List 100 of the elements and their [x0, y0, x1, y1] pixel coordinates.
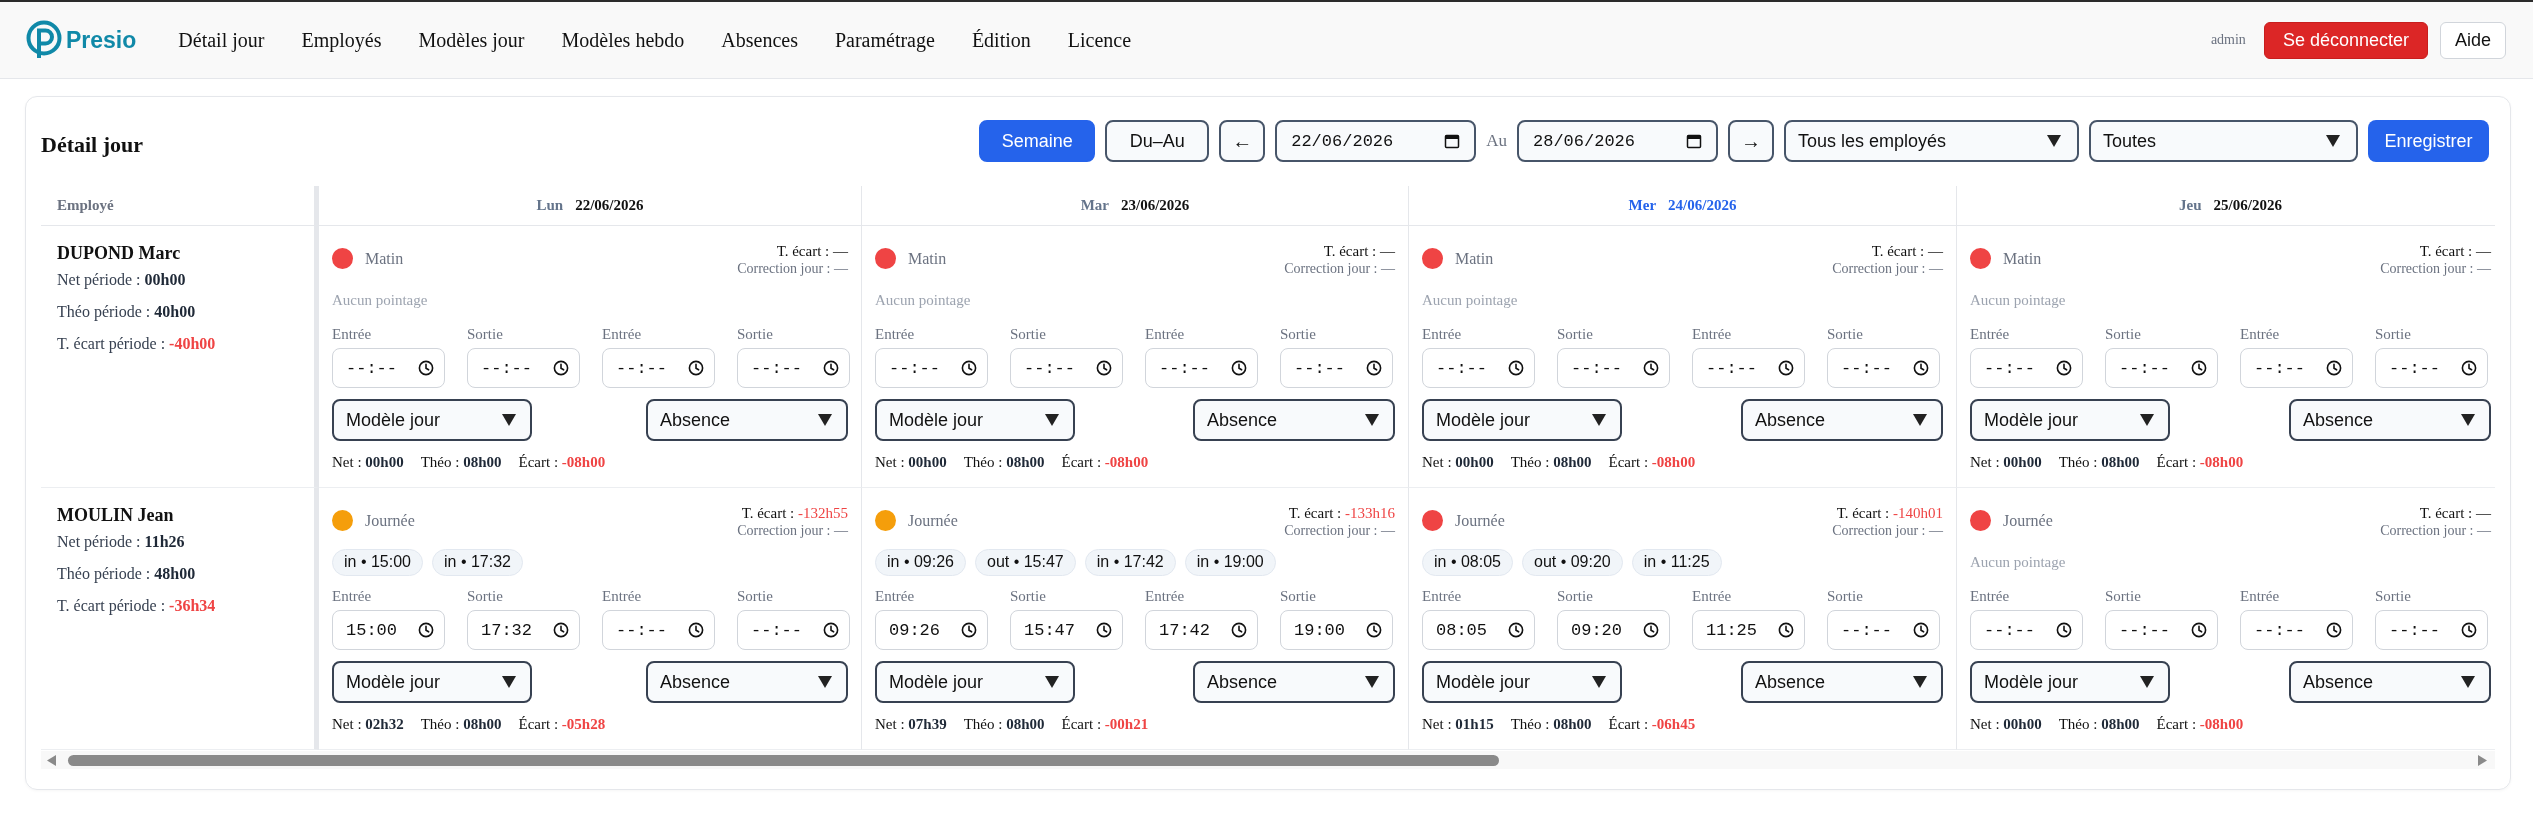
nav-link[interactable]: Modèles jour	[418, 28, 525, 52]
day-total-text: Net : 01h15	[1422, 715, 1494, 733]
time-field[interactable]: 09:20	[1557, 610, 1670, 650]
absence-dropdown[interactable]: Absence	[1193, 399, 1395, 441]
time-field[interactable]: 15:00	[332, 610, 445, 650]
range-separator-label: Au	[1486, 131, 1507, 151]
time-field[interactable]: --:--	[1970, 348, 2083, 388]
time-field[interactable]: --:--	[1145, 348, 1258, 388]
day-model-dropdown[interactable]: Modèle jour	[332, 399, 532, 441]
day-model-dropdown[interactable]: Modèle jour	[1970, 399, 2170, 441]
view-mode-button[interactable]: Semaine	[979, 120, 1096, 162]
start-date-field[interactable]: 22/06/2026	[1275, 120, 1477, 162]
time-field[interactable]: 17:32	[467, 610, 580, 650]
end-date-field[interactable]: 28/06/2026	[1517, 120, 1718, 162]
field-label: Sortie	[2375, 326, 2412, 343]
logout-button[interactable]: Se déconnecter	[2263, 21, 2428, 59]
time-field[interactable]: 08:05	[1422, 610, 1535, 650]
day-header: Jeu 25/06/2026	[2179, 197, 2282, 214]
view-mode-button[interactable]: Du–Au	[1105, 120, 1210, 162]
scroll-right-icon[interactable]	[2478, 754, 2487, 766]
field-label: Entrée	[1692, 326, 1733, 343]
next-button[interactable]: →	[1728, 120, 1774, 162]
time-field[interactable]: 09:26	[875, 610, 988, 650]
day-model-dropdown[interactable]: Modèle jour	[875, 661, 1075, 703]
time-field[interactable]: --:--	[602, 610, 715, 650]
time-field[interactable]: --:--	[602, 348, 715, 388]
time-field[interactable]: --:--	[1970, 610, 2083, 650]
help-button[interactable]: Aide	[2439, 21, 2506, 59]
time-field[interactable]: --:--	[2375, 610, 2488, 650]
scrollbar-thumb[interactable]	[68, 754, 1499, 766]
gap-text: T. écart : -132h55	[741, 504, 848, 522]
time-field[interactable]: 15:47	[1010, 610, 1123, 650]
absence-dropdown[interactable]: Absence	[646, 399, 848, 441]
correction-text: Correction jour : —	[737, 260, 848, 278]
calendar-icon	[1686, 133, 1702, 149]
category-filter-dropdown[interactable]: Toutes	[2089, 120, 2358, 162]
time-field[interactable]: --:--	[2105, 610, 2218, 650]
time-field[interactable]: --:--	[2375, 348, 2488, 388]
time-field[interactable]: --:--	[1422, 348, 1535, 388]
nav-link[interactable]: Licence	[1067, 28, 1132, 52]
time-field[interactable]: 11:25	[1692, 610, 1805, 650]
day-model-dropdown[interactable]: Modèle jour	[875, 399, 1075, 441]
time-field[interactable]: --:--	[332, 348, 445, 388]
period-stat-text: T. écart période : -36h34	[57, 596, 217, 617]
nav-link[interactable]: Paramétrage	[834, 28, 935, 52]
period-stat-text: Théo période : 40h00	[57, 302, 197, 323]
time-field[interactable]: --:--	[737, 348, 850, 388]
clock-icon	[2056, 622, 2072, 638]
nav-link[interactable]: Détail jour	[178, 28, 265, 52]
absence-dropdown[interactable]: Absence	[1741, 661, 1943, 703]
column-header: Employé	[57, 197, 114, 214]
day-model-dropdown[interactable]: Modèle jour	[1970, 661, 2170, 703]
caret-icon	[502, 414, 516, 426]
time-field[interactable]: --:--	[2105, 348, 2218, 388]
time-field[interactable]: --:--	[2240, 348, 2353, 388]
gap-text: T. écart : -140h01	[1836, 504, 1943, 522]
field-label: Entrée	[2240, 588, 2281, 605]
caret-icon	[1592, 414, 1606, 426]
absence-dropdown[interactable]: Absence	[2289, 399, 2491, 441]
field-label: Sortie	[737, 588, 774, 605]
shift-label: Matin	[365, 249, 404, 268]
absence-dropdown[interactable]: Absence	[646, 661, 848, 703]
time-field[interactable]: --:--	[1692, 348, 1805, 388]
punch-chip: in • 19:00	[1184, 548, 1276, 576]
brand-name[interactable]: Presio	[66, 26, 137, 54]
employee-filter-dropdown[interactable]: Tous les employés	[1784, 120, 2079, 162]
day-model-dropdown[interactable]: Modèle jour	[332, 661, 532, 703]
time-field[interactable]: --:--	[1827, 348, 1940, 388]
day-total-text: Écart : -06h45	[1608, 715, 1696, 733]
caret-icon	[502, 676, 516, 688]
field-label: Entrée	[332, 326, 373, 343]
day-model-dropdown[interactable]: Modèle jour	[1422, 399, 1622, 441]
caret-icon	[2140, 676, 2154, 688]
time-field[interactable]: --:--	[875, 348, 988, 388]
absence-dropdown[interactable]: Absence	[2289, 661, 2491, 703]
caret-icon	[2140, 414, 2154, 426]
time-field[interactable]: --:--	[737, 610, 850, 650]
nav-link[interactable]: Employés	[301, 28, 382, 52]
clock-icon	[688, 622, 704, 638]
nav-link[interactable]: Édition	[971, 28, 1031, 52]
time-field[interactable]: 19:00	[1280, 610, 1393, 650]
time-field[interactable]: --:--	[467, 348, 580, 388]
time-field[interactable]: --:--	[1010, 348, 1123, 388]
clock-icon	[1778, 622, 1794, 638]
time-field[interactable]: --:--	[1280, 348, 1393, 388]
scroll-left-icon[interactable]	[47, 754, 56, 766]
day-model-dropdown[interactable]: Modèle jour	[1422, 661, 1622, 703]
nav-link[interactable]: Absences	[721, 28, 798, 52]
horizontal-scrollbar[interactable]	[41, 751, 2495, 769]
nav-link[interactable]: Modèles hebdo	[561, 28, 685, 52]
time-field[interactable]: 17:42	[1145, 610, 1258, 650]
previous-button[interactable]: ←	[1219, 120, 1266, 162]
save-button[interactable]: Enregistrer	[2368, 120, 2489, 162]
absence-dropdown[interactable]: Absence	[1193, 661, 1395, 703]
clock-icon	[2461, 360, 2477, 376]
absence-dropdown[interactable]: Absence	[1741, 399, 1943, 441]
time-field[interactable]: --:--	[2240, 610, 2353, 650]
time-field[interactable]: --:--	[1827, 610, 1940, 650]
time-field[interactable]: --:--	[1557, 348, 1670, 388]
correction-text: Correction jour : —	[2380, 522, 2491, 540]
